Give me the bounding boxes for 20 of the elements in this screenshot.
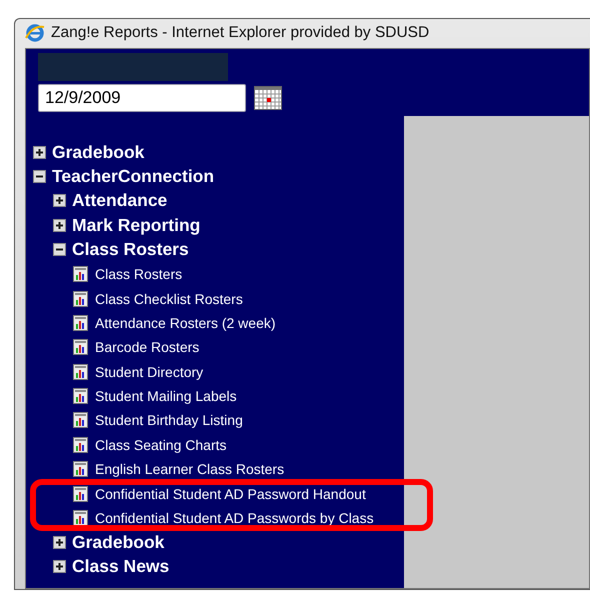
tree-folder[interactable]: Class Rosters: [72, 239, 189, 260]
report-link[interactable]: Class Checklist Rosters: [95, 290, 243, 307]
report-link[interactable]: English Learner Class Rosters: [95, 461, 284, 478]
report-link[interactable]: Confidential Student AD Passwords by Class: [95, 510, 374, 526]
report-link[interactable]: Student Directory: [95, 364, 204, 380]
report-link[interactable]: Student Mailing Labels: [95, 388, 237, 404]
tree-folder[interactable]: Gradebook: [72, 532, 164, 553]
date-field[interactable]: 12/9/2009: [38, 84, 246, 112]
tree-folder[interactable]: TeacherConnection: [52, 166, 214, 188]
tree-folder[interactable]: Mark Reporting: [72, 214, 200, 236]
report-link[interactable]: Student Birthday Listing: [95, 412, 243, 428]
report-link[interactable]: Attendance Rosters (2 week): [95, 314, 276, 331]
tree-folder[interactable]: Attendance: [72, 190, 168, 212]
report-link[interactable]: Class Seating Charts: [95, 436, 227, 453]
window-title: Zang!e Reports - Internet Explorer provided by SDUSD: [51, 24, 430, 42]
report-link[interactable]: Confidential Student AD Password Handout: [95, 486, 366, 502]
report-link[interactable]: Class Rosters: [95, 266, 182, 282]
tree-folder[interactable]: Gradebook: [52, 142, 144, 163]
report-link[interactable]: Barcode Rosters: [95, 339, 200, 356]
tree-folder[interactable]: Class News: [72, 556, 170, 578]
